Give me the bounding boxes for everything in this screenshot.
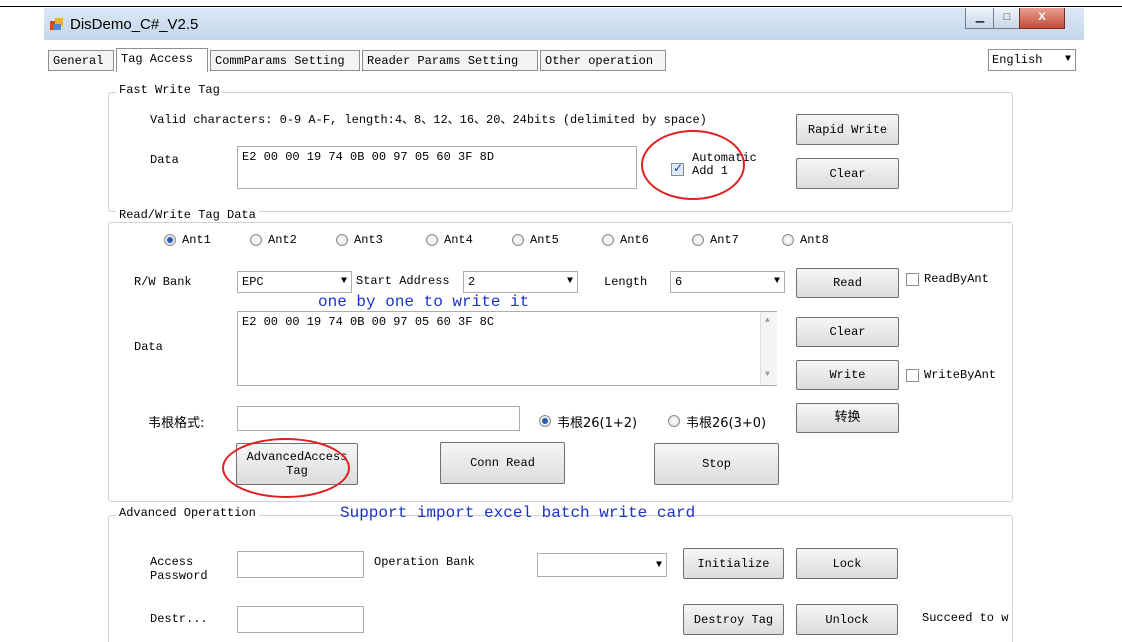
convert-button[interactable]: 转换 [796, 403, 899, 433]
wiegand-3-0-radio[interactable] [668, 415, 680, 427]
chevron-down-icon: ▼ [340, 276, 347, 287]
write-annotation: one by one to write it [318, 293, 530, 311]
ant6-label: Ant6 [620, 233, 649, 247]
rapid-write-button[interactable]: Rapid Write [796, 114, 899, 145]
wiegand-1-2-radio[interactable] [539, 415, 551, 427]
ant2-radio[interactable] [250, 234, 262, 246]
wiegand-1-2-label: 韦根26(1+2) [557, 416, 638, 431]
rw-group-label: Read/Write Tag Data [116, 208, 259, 222]
fast-write-clear-button[interactable]: Clear [796, 158, 899, 189]
rw-bank-value: EPC [242, 275, 264, 289]
chevron-down-icon: ▼ [1064, 54, 1071, 65]
start-address-select[interactable]: 2 ▼ [463, 271, 578, 293]
scroll-down-icon: ▼ [765, 370, 770, 379]
app-icon [50, 18, 63, 30]
title-bar: DisDemo_C#_V2.5 ▁ □ X [44, 8, 1084, 40]
ant4-radio[interactable] [426, 234, 438, 246]
tab-reader-params-setting[interactable]: Reader Params Setting [362, 50, 538, 71]
scroll-up-icon: ▲ [765, 316, 770, 325]
minimize-button[interactable]: ▁ [965, 8, 995, 29]
unlock-button[interactable]: Unlock [796, 604, 898, 635]
page-top-rule [0, 6, 1122, 7]
length-value: 6 [675, 275, 683, 289]
batch-write-annotation: Support import excel batch write card [340, 504, 696, 522]
read-by-ant-label: ReadByAnt [924, 272, 989, 286]
rw-bank-select[interactable]: EPC ▼ [237, 271, 352, 293]
ant6-radio[interactable] [602, 234, 614, 246]
tab-general[interactable]: General [48, 50, 114, 71]
window-title: DisDemo_C#_V2.5 [70, 16, 199, 33]
ant7-radio[interactable] [692, 234, 704, 246]
rw-data-scrollbar[interactable]: ▲ ▼ [760, 312, 777, 385]
status-text: Succeed to w [922, 611, 1009, 625]
fast-write-group-label: Fast Write Tag [116, 83, 223, 97]
highlight-circle-advanced [222, 438, 350, 498]
tab-commparams-setting[interactable]: CommParams Setting [210, 50, 360, 71]
length-label: Length [604, 275, 648, 289]
tab-other-operation[interactable]: Other operation [540, 50, 666, 71]
rw-data-input[interactable]: E2 00 00 19 74 0B 00 97 05 60 3F 8C [237, 311, 777, 386]
rw-bank-label: R/W Bank [134, 275, 192, 289]
lock-button[interactable]: Lock [796, 548, 898, 579]
read-button[interactable]: Read [796, 268, 899, 298]
ant4-label: Ant4 [444, 233, 473, 247]
rw-data-label: Data [134, 340, 163, 354]
destroy-tag-button[interactable]: Destroy Tag [683, 604, 784, 635]
write-by-ant-checkbox[interactable] [906, 369, 919, 382]
access-password-input[interactable] [237, 551, 364, 578]
operation-bank-label: Operation Bank [374, 555, 475, 569]
length-select[interactable]: 6 ▼ [670, 271, 785, 293]
fast-write-data-label: Data [150, 153, 179, 167]
fast-write-hint: Valid characters: 0-9 A-F, length:4、8、12… [150, 113, 707, 127]
close-button[interactable]: X [1019, 8, 1065, 29]
ant8-label: Ant8 [800, 233, 829, 247]
ant1-label: Ant1 [182, 233, 211, 247]
wiegand-input[interactable] [237, 406, 520, 431]
ant2-label: Ant2 [268, 233, 297, 247]
chevron-down-icon: ▼ [655, 560, 662, 571]
ant5-radio[interactable] [512, 234, 524, 246]
ant3-radio[interactable] [336, 234, 348, 246]
ant1-radio[interactable] [164, 234, 176, 246]
rw-clear-button[interactable]: Clear [796, 317, 899, 347]
language-value: English [992, 53, 1043, 67]
language-select[interactable]: English ▼ [988, 49, 1076, 71]
tab-strip: General Tag Access CommParams Setting Re… [44, 48, 1084, 72]
ant3-label: Ant3 [354, 233, 383, 247]
highlight-circle-automatic [641, 130, 745, 200]
app-window: DisDemo_C#_V2.5 ▁ □ X General Tag Access… [44, 8, 1084, 642]
destroy-password-label: Destr... [150, 612, 208, 626]
fast-write-data-input[interactable]: E2 00 00 19 74 0B 00 97 05 60 3F 8D [237, 146, 637, 189]
ant5-label: Ant5 [530, 233, 559, 247]
start-address-label: Start Address [356, 274, 450, 288]
access-password-label: Access Password [150, 555, 208, 583]
maximize-button[interactable]: □ [993, 8, 1021, 29]
initialize-button[interactable]: Initialize [683, 548, 784, 579]
read-by-ant-checkbox[interactable] [906, 273, 919, 286]
destroy-password-input[interactable] [237, 606, 364, 633]
write-by-ant-label: WriteByAnt [924, 368, 997, 382]
ant8-radio[interactable] [782, 234, 794, 246]
start-address-value: 2 [468, 275, 476, 289]
wiegand-format-label: 韦根格式: [148, 416, 205, 431]
operation-bank-select[interactable]: ▼ [537, 553, 667, 577]
wiegand-3-0-label: 韦根26(3+0) [686, 416, 767, 431]
advanced-group-label: Advanced Operattion [116, 506, 259, 520]
conn-read-button[interactable]: Conn Read [440, 442, 565, 484]
chevron-down-icon: ▼ [566, 276, 573, 287]
ant7-label: Ant7 [710, 233, 739, 247]
write-button[interactable]: Write [796, 360, 899, 390]
stop-button[interactable]: Stop [654, 443, 779, 485]
chevron-down-icon: ▼ [773, 276, 780, 287]
tab-tag-access[interactable]: Tag Access [116, 48, 208, 72]
